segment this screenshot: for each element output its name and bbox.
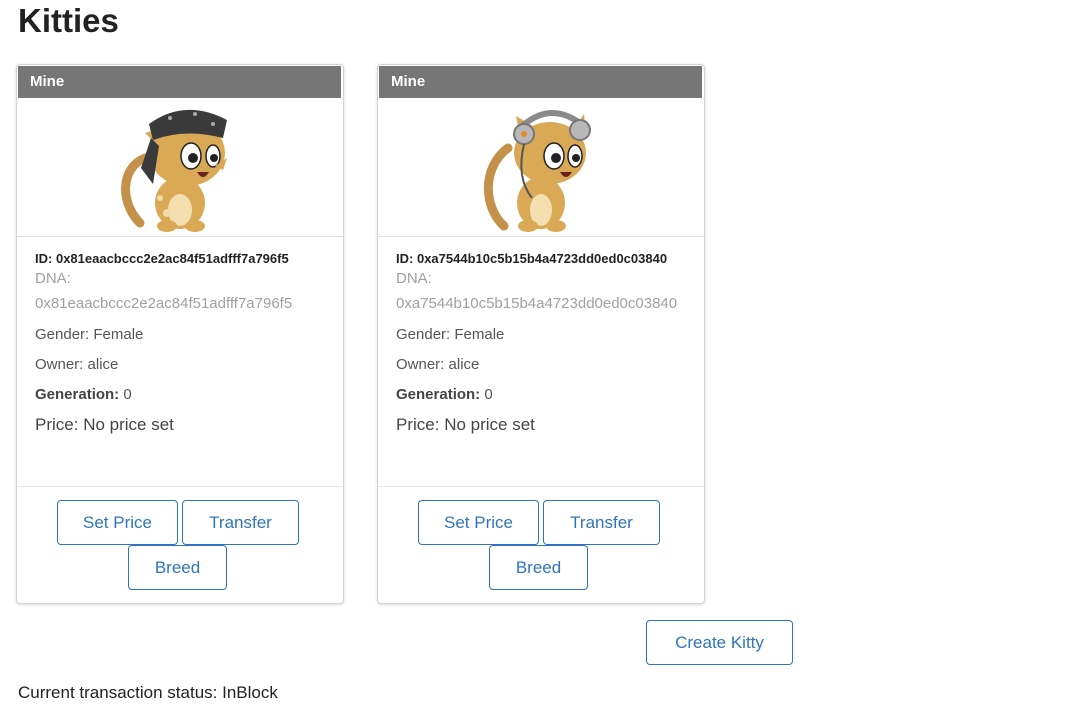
set-price-button[interactable]: Set Price: [57, 500, 178, 545]
gender-label: Gender:: [396, 326, 451, 343]
kitty-id: ID: 0xa7544b10c5b15b4a4723dd0ed0c03840: [396, 251, 686, 266]
set-price-button[interactable]: Set Price: [418, 500, 539, 545]
price-value: No price set: [444, 415, 535, 434]
create-kitty-button[interactable]: Create Kitty: [646, 620, 793, 665]
transfer-button[interactable]: Transfer: [543, 500, 660, 545]
owner-label: Owner:: [396, 356, 445, 373]
generation-value: 0: [484, 386, 493, 403]
card-header: Mine: [379, 66, 702, 98]
status-label: Current transaction status:: [18, 683, 218, 702]
kitty-card: Mine ID: 0x81eaacbccc2e2ac84f51adfff7a79…: [16, 64, 344, 604]
breed-button[interactable]: Breed: [489, 545, 588, 590]
kitty-dna: DNA: 0xa7544b10c5b15b4a4723dd0ed0c03840: [396, 266, 686, 316]
kitty-headphones-image: [483, 110, 591, 232]
owner-value: alice: [448, 356, 480, 373]
kitty-bandana-image: [121, 109, 227, 232]
kitty-owner: Owner: alice: [396, 354, 686, 376]
card-actions: Set Price Transfer Breed: [17, 486, 343, 603]
kitty-price: Price: No price set: [396, 413, 686, 437]
card-header: Mine: [18, 66, 341, 98]
kitty-gender: Gender: Female: [396, 324, 686, 346]
status-value: InBlock: [222, 683, 278, 702]
kitty-image: [17, 98, 343, 237]
transaction-status: Current transaction status: InBlock: [18, 683, 278, 703]
kitty-generation: Generation: 0: [35, 384, 325, 406]
dna-value: 0xa7544b10c5b15b4a4723dd0ed0c03840: [396, 295, 678, 312]
dna-value: 0x81eaacbccc2e2ac84f51adfff7a796f5: [35, 295, 293, 312]
generation-value: 0: [123, 386, 132, 403]
card-actions: Set Price Transfer Breed: [378, 486, 704, 603]
id-label: ID:: [396, 251, 414, 266]
id-label: ID:: [35, 251, 53, 266]
id-value: 0x81eaacbccc2e2ac84f51adfff7a796f5: [55, 251, 289, 266]
gender-label: Gender:: [35, 326, 90, 343]
price-label: Price:: [396, 415, 440, 434]
kitty-image: [378, 98, 704, 237]
kitty-price: Price: No price set: [35, 413, 325, 437]
gender-value: Female: [454, 326, 505, 343]
owner-label: Owner:: [35, 356, 84, 373]
generation-label: Generation:: [35, 386, 120, 403]
transfer-button[interactable]: Transfer: [182, 500, 299, 545]
owner-value: alice: [87, 356, 119, 373]
kitty-dna: DNA: 0x81eaacbccc2e2ac84f51adfff7a796f5: [35, 266, 325, 316]
id-value: 0xa7544b10c5b15b4a4723dd0ed0c03840: [416, 251, 668, 266]
generation-label: Generation:: [396, 386, 481, 403]
kitty-id: ID: 0x81eaacbccc2e2ac84f51adfff7a796f5: [35, 251, 325, 266]
breed-button[interactable]: Breed: [128, 545, 227, 590]
page-title: Kitties: [18, 2, 119, 39]
kitty-gender: Gender: Female: [35, 324, 325, 346]
gender-value: Female: [93, 326, 144, 343]
price-label: Price:: [35, 415, 79, 434]
kitty-owner: Owner: alice: [35, 354, 325, 376]
price-value: No price set: [83, 415, 174, 434]
dna-label: DNA:: [396, 270, 432, 287]
kitty-generation: Generation: 0: [396, 384, 686, 406]
kitty-card: Mine ID: 0xa7544b10c5b15b4a4723dd0ed0c03…: [377, 64, 705, 604]
dna-label: DNA:: [35, 270, 71, 287]
